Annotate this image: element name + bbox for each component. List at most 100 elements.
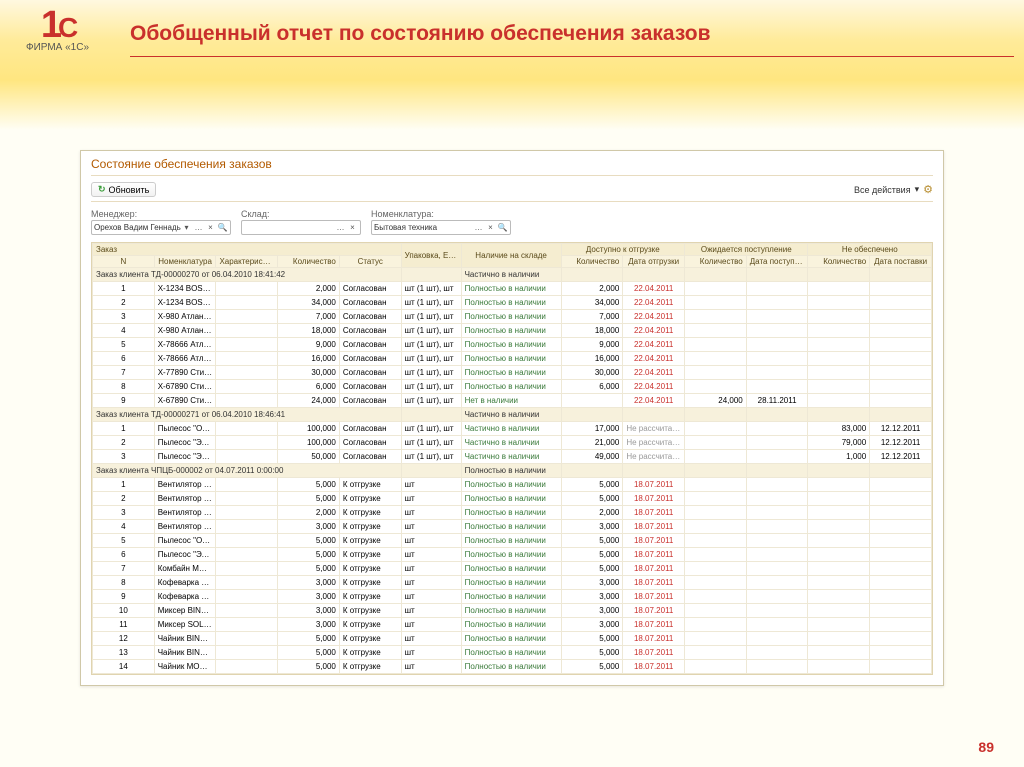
cell-aqty: 30,000 [561,366,623,380]
table-row[interactable]: 7 Комбайн MOULINEX A77 4C 5,000 К отгруз… [93,562,932,576]
cell-adate: 18.07.2011 [623,506,685,520]
table-row[interactable]: 3 Вентилятор оконный 2,000 К отгрузке шт… [93,506,932,520]
cell-aqty: 5,000 [561,660,623,674]
table-row[interactable]: 8 Кофеварка BRAUN KF22R 3,000 К отгрузке… [93,576,932,590]
group-row[interactable]: Заказ клиента ТД-00000271 от 06.04.2010 … [93,408,932,422]
table-row[interactable]: 8 X-67890 Стинол Завод бытово… 6,000 Сог… [93,380,932,394]
table-row[interactable]: 6 X-78666 Атлант Холодильный … 16,000 Со… [93,352,932,366]
cell-pack: шт [401,604,461,618]
table-row[interactable]: 7 X-77890 Стинол 101 Завод быт… 30,000 С… [93,366,932,380]
clear-icon[interactable]: × [485,222,496,233]
cell-edate [746,296,808,310]
cell-status: К отгрузке [339,520,401,534]
cell-qty: 5,000 [278,492,340,506]
cell-aqty: 17,000 [561,422,623,436]
cell-aqty: 5,000 [561,646,623,660]
cell-status: К отгрузке [339,590,401,604]
cell-edate [746,450,808,464]
table-row[interactable]: 4 Вентилятор ОРБИТА,STERLIN… 3,000 К отг… [93,520,932,534]
refresh-button[interactable]: ↻ Обновить [91,182,156,197]
cell-char [216,520,278,534]
table-row[interactable]: 11 Миксер SOLAC мод.545 3,000 К отгрузке… [93,618,932,632]
warehouse-input[interactable]: … × [241,220,361,235]
table-row[interactable]: 1 X-1234 BOSCH Завод бытовой… 2,000 Согл… [93,282,932,296]
table-row[interactable]: 12 Чайник BINATONE AEJ-1001,… 5,000 К от… [93,632,932,646]
cell-avail: Полностью в наличии [461,478,561,492]
search-icon[interactable]: 🔍 [497,222,508,233]
cell-qty: 3,000 [278,520,340,534]
cell-n: 11 [93,618,155,632]
ellipsis-icon[interactable]: … [335,222,346,233]
ellipsis-icon[interactable]: … [193,222,204,233]
group-row[interactable]: Заказ клиента ТД-00000270 от 06.04.2010 … [93,268,932,282]
nomen-input[interactable]: Бытовая техника … × 🔍 [371,220,511,235]
cell-qty: 5,000 [278,478,340,492]
chevron-down-icon[interactable]: ▾ [181,222,192,233]
table-row[interactable]: 3 X-980 Атлант Холодильный ко… 7,000 Сог… [93,310,932,324]
table-row[interactable]: 5 Пылесос "Омега" 1250вт 5,000 К отгрузк… [93,534,932,548]
cell-ndate [870,478,932,492]
cell-pack: шт (1 шт), шт [401,282,461,296]
cell-ndate [870,660,932,674]
cell-avail: Полностью в наличии [461,562,561,576]
gear-icon[interactable]: ⚙ [923,183,933,196]
clear-icon[interactable]: × [205,222,216,233]
cell-n: 2 [93,492,155,506]
cell-aqty: 2,000 [561,506,623,520]
cell-eqty [685,422,747,436]
table-row[interactable]: 2 Вентилятор настольный 5,000 К отгрузке… [93,492,932,506]
table-row[interactable]: 10 Миксер BINATONE HM 212,6 с… 3,000 К о… [93,604,932,618]
cell-nom: Вентилятор оконный [154,506,216,520]
search-icon[interactable]: 🔍 [217,222,228,233]
table-row[interactable]: 13 Чайник BINATONE EWK-3000,… 5,000 К от… [93,646,932,660]
cell-n: 3 [93,506,155,520]
cell-eqty [685,660,747,674]
table-row[interactable]: 5 X-78666 Атлант Холодильный … 9,000 Сог… [93,338,932,352]
all-actions-menu[interactable]: Все действия ▾ ⚙ [854,183,933,196]
cell-eqty [685,646,747,660]
table-row[interactable]: 9 Кофеварка JACOBS (Австрия) 3,000 К отг… [93,590,932,604]
cell-eqty [685,632,747,646]
cell-ndate [870,548,932,562]
table-row[interactable]: 6 Пылесос "Электросила" 5,000 К отгрузке… [93,548,932,562]
cell-adate: 18.07.2011 [623,632,685,646]
manager-input[interactable]: Орехов Вадим Геннадьевич ▾ … × 🔍 [91,220,231,235]
cell-adate: 18.07.2011 [623,534,685,548]
cell-qty: 3,000 [278,618,340,632]
clear-icon[interactable]: × [347,222,358,233]
table-row[interactable]: 3 Пылесос "Энергия-SANYO" 50,000 Согласо… [93,450,932,464]
cell-qty: 5,000 [278,646,340,660]
cell-avail: Частично в наличии [461,450,561,464]
cell-adate: 22.04.2011 [623,324,685,338]
table-row[interactable]: 2 X-1234 BOSCH Завод бытовой… 34,000 Сог… [93,296,932,310]
cell-status: Согласован [339,450,401,464]
cell-aqty: 16,000 [561,352,623,366]
table-row[interactable]: 4 X-980 Атлант Холодильный ко… 18,000 Со… [93,324,932,338]
ellipsis-icon[interactable]: … [473,222,484,233]
table-row[interactable]: 1 Пылесос "Омега" 1250вт 100,000 Согласо… [93,422,932,436]
cell-edate [746,562,808,576]
cell-char [216,534,278,548]
cell-edate [746,632,808,646]
cell-ndate [870,380,932,394]
cell-status: Согласован [339,282,401,296]
table-row[interactable]: 2 Пылесос "Электросила" 100,000 Согласов… [93,436,932,450]
cell-aqty: 5,000 [561,562,623,576]
header-recdate: Дата поступления [746,256,808,268]
cell-nom: X-1234 BOSCH Завод бытовой… [154,282,216,296]
cell-ndate [870,590,932,604]
header-eqty: Количество [685,256,747,268]
cell-char [216,548,278,562]
cell-pack: шт [401,576,461,590]
cell-pack: шт (1 шт), шт [401,366,461,380]
cell-nqty: 79,000 [808,436,870,450]
cell-aqty: 3,000 [561,618,623,632]
cell-aqty: 3,000 [561,604,623,618]
group-row[interactable]: Заказ клиента ЧПЦБ-000002 от 04.07.2011 … [93,464,932,478]
cell-n: 8 [93,576,155,590]
header-delivdate: Дата поставки [870,256,932,268]
table-row[interactable]: 1 Вентилятор BINATONE ALPIN… 5,000 К отг… [93,478,932,492]
cell-nqty [808,632,870,646]
table-row[interactable]: 14 Чайник MOULINEX L 1,3 5,000 К отгрузк… [93,660,932,674]
table-row[interactable]: 9 X-67890 Стинол Завод бытово… 24,000 Со… [93,394,932,408]
